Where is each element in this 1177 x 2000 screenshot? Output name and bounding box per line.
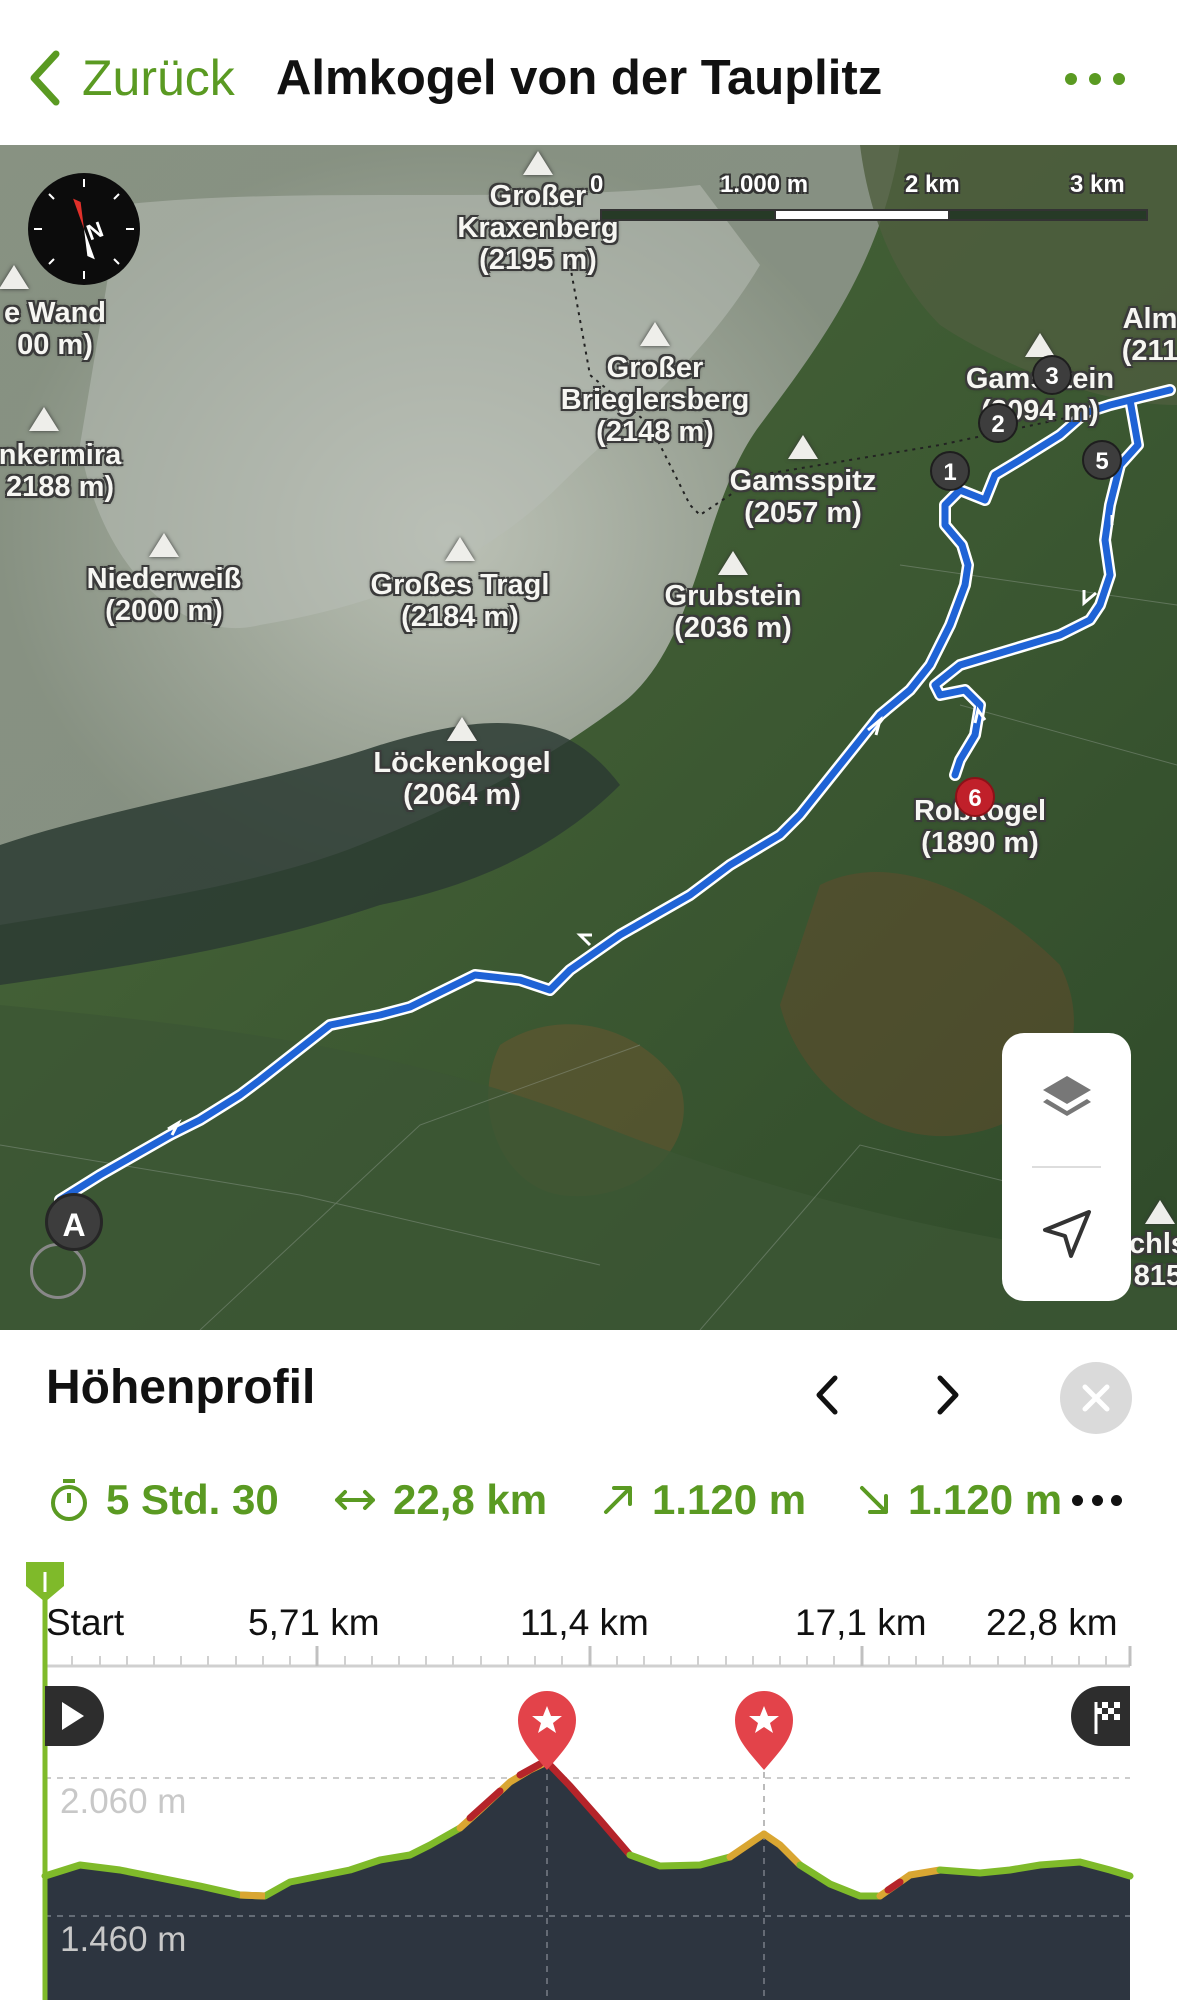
peak-triangle-icon	[445, 537, 475, 561]
peak-label: Grubstein (2036 m)	[664, 580, 802, 644]
peak-triangle-icon	[1145, 1200, 1175, 1224]
dot-icon	[1089, 73, 1101, 85]
peak-label: Löckenkogel (2064 m)	[373, 747, 551, 811]
peak-label: Großer Brieglersberg (2148 m)	[560, 352, 750, 448]
map-controls	[1002, 1033, 1131, 1301]
peak-label: Alm (211	[1121, 303, 1177, 367]
play-icon	[45, 1686, 104, 1746]
dot-icon	[1113, 73, 1125, 85]
star-marker-icon[interactable]	[518, 1691, 576, 1770]
waypoint-marker[interactable]: 1	[930, 451, 970, 491]
layers-icon	[1042, 1076, 1091, 1116]
elevation-chart[interactable]	[0, 1330, 1177, 2000]
elevation-profile-panel: Höhenprofil 5 Std. 30 22,8 km 1.120 m 1.…	[0, 1330, 1177, 2000]
elevation-label: 1.460 m	[60, 1920, 187, 1959]
locate-button[interactable]	[1002, 1169, 1131, 1299]
peak-triangle-icon	[718, 551, 748, 575]
peak-triangle-icon	[523, 151, 553, 175]
star-marker-icon[interactable]	[735, 1691, 793, 1770]
peak-triangle-icon	[0, 265, 29, 289]
peak-triangle-icon	[149, 533, 179, 557]
map-view[interactable]: Großer Kraxenberg (2195 m) e Wand 00 m) Gro…	[0, 145, 1177, 1330]
elevation-label: 2.060 m	[60, 1782, 187, 1821]
divider	[1032, 1166, 1101, 1168]
location-arrow-icon	[1042, 1210, 1091, 1258]
start-marker[interactable]: A	[45, 1193, 103, 1251]
back-button[interactable]: Zurück	[24, 48, 235, 108]
peak-triangle-icon	[447, 717, 477, 741]
top-bar: Zurück Almkogel von der Tauplitz	[0, 0, 1177, 145]
peak-label: Großes Tragl (2184 m)	[370, 569, 550, 633]
peak-label: Niederweiß (2000 m)	[86, 563, 242, 627]
compass-icon[interactable]: N	[28, 173, 140, 285]
peak-triangle-icon	[29, 407, 59, 431]
scale-bar: 0 1.000 m 2 km 3 km	[590, 171, 1150, 231]
waypoint-marker[interactable]: 2	[978, 403, 1018, 443]
satellite-map-background	[0, 145, 1177, 1330]
peak-label: nkermira 2188 m)	[0, 439, 122, 503]
peak-triangle-icon	[1025, 333, 1055, 357]
waypoint-marker[interactable]: 6	[955, 777, 995, 817]
layers-button[interactable]	[1002, 1033, 1131, 1163]
peak-label: chls815	[1128, 1228, 1177, 1292]
waypoint-marker[interactable]: 3	[1032, 355, 1072, 395]
back-label: Zurück	[82, 50, 235, 106]
page-title: Almkogel von der Tauplitz	[276, 51, 883, 105]
chevron-left-icon	[30, 50, 60, 106]
finish-flag-icon	[1071, 1686, 1130, 1746]
peak-label: Gamsspitz (2057 m)	[729, 465, 877, 529]
waypoint-marker[interactable]: 5	[1082, 440, 1122, 480]
more-options-button[interactable]	[1065, 64, 1125, 94]
peak-label: e Wand 00 m)	[3, 297, 107, 361]
clock-icon	[30, 1243, 86, 1299]
peak-triangle-icon	[640, 322, 670, 346]
peak-triangle-icon	[788, 435, 818, 459]
compass-rose-icon: N	[34, 179, 134, 279]
dot-icon	[1065, 73, 1077, 85]
